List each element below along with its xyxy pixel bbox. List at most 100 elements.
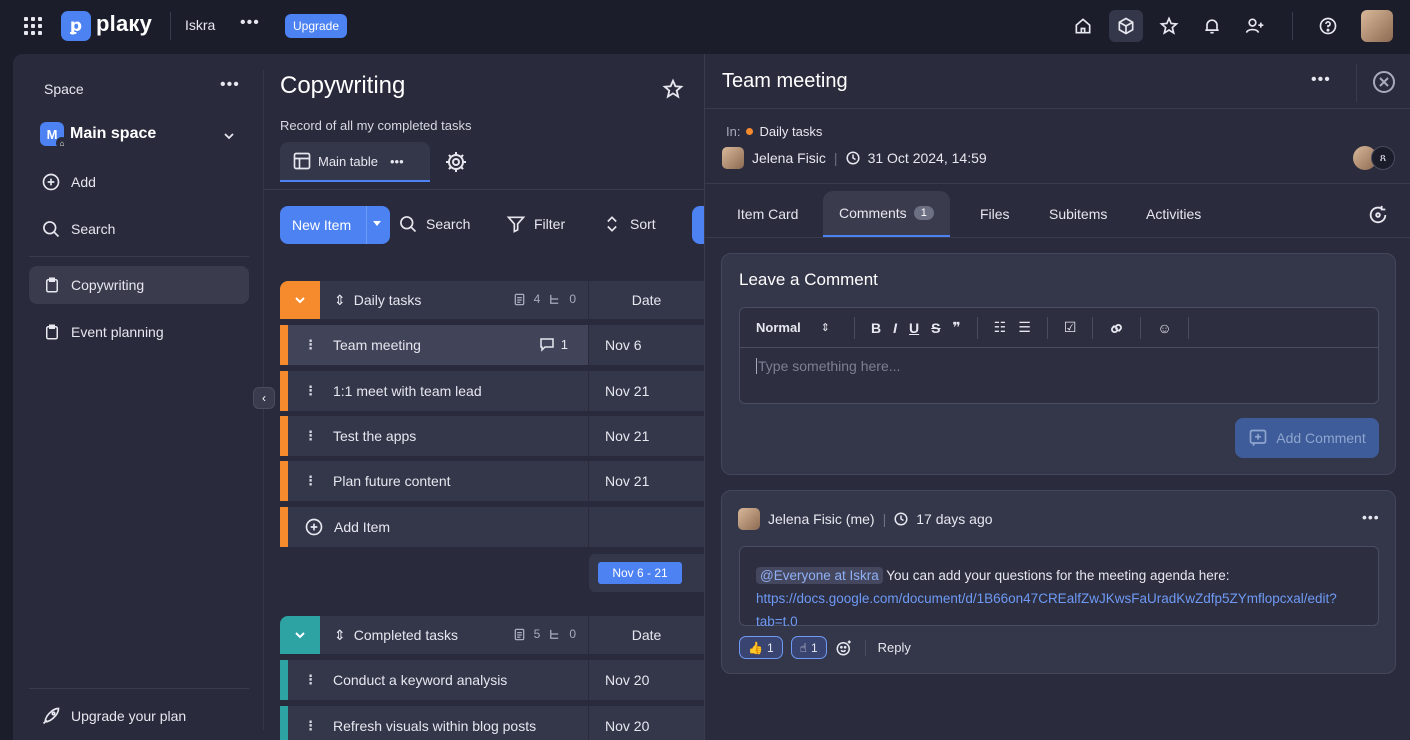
filter-button[interactable]: Filter: [506, 214, 565, 234]
link-icon[interactable]: [1109, 319, 1124, 336]
add-item-row[interactable]: Add Item: [280, 507, 704, 547]
table-row[interactable]: ⋮ Team meeting 1 Nov 6: [280, 325, 704, 365]
space-selector[interactable]: M ⌂ Main space: [40, 122, 156, 149]
close-icon[interactable]: [1372, 70, 1396, 94]
add-label: Add: [71, 174, 96, 190]
home-icon[interactable]: [1066, 10, 1100, 42]
drag-handle-icon[interactable]: ⇕: [334, 292, 346, 309]
help-icon[interactable]: [1311, 10, 1345, 42]
row-menu-icon[interactable]: ⋮: [304, 718, 317, 734]
comment-input[interactable]: Type something here...: [756, 358, 900, 374]
tab-comments[interactable]: Comments 1: [823, 191, 950, 237]
row-date-cell[interactable]: Nov 21: [588, 416, 704, 456]
format-select[interactable]: Normal: [756, 320, 801, 335]
space-more-icon[interactable]: •••: [220, 76, 240, 94]
row-date-cell[interactable]: Nov 21: [588, 371, 704, 411]
tab-subitems[interactable]: Subitems: [1049, 191, 1107, 237]
quote-icon[interactable]: ❞: [953, 319, 961, 336]
search-label: Search: [71, 221, 116, 237]
group-toggle[interactable]: [280, 616, 320, 654]
row-date-cell[interactable]: Nov 21: [588, 461, 704, 501]
drag-handle-icon[interactable]: ⇕: [334, 627, 346, 644]
sidebar-item-copywriting[interactable]: Copywriting: [29, 266, 249, 304]
table-row[interactable]: ⋮ Plan future content Nov 21: [280, 461, 704, 501]
chevron-down-icon[interactable]: [223, 130, 235, 142]
star-icon[interactable]: [1152, 10, 1186, 42]
tab-files[interactable]: Files: [980, 191, 1010, 237]
new-item-button[interactable]: New Item: [280, 206, 390, 244]
row-date-cell[interactable]: Nov 20: [588, 660, 704, 700]
table-row[interactable]: ⋮ 1:1 meet with team lead Nov 21: [280, 371, 704, 411]
row-name-cell[interactable]: ⋮ Plan future content: [288, 461, 588, 501]
comment-count[interactable]: 1: [539, 336, 568, 352]
add-assignee-icon[interactable]: ጸ: [1371, 146, 1395, 170]
add-item-button[interactable]: Add Item: [288, 507, 588, 547]
add-button[interactable]: Add: [41, 172, 96, 192]
row-date-cell[interactable]: Nov 6: [588, 325, 704, 365]
reply-button[interactable]: Reply: [878, 640, 911, 655]
row-date-cell[interactable]: Nov 20: [588, 706, 704, 740]
cube-icon[interactable]: [1109, 10, 1143, 42]
table-row[interactable]: ⋮ Refresh visuals within blog posts Nov …: [280, 706, 704, 740]
workspace-name[interactable]: Iskra: [185, 17, 215, 33]
refresh-icon[interactable]: [1367, 204, 1389, 226]
bold-icon[interactable]: B: [871, 320, 881, 336]
tab-main-table[interactable]: Main table •••: [280, 142, 430, 182]
reaction-point-up[interactable]: ☝ 1: [790, 636, 827, 659]
group-name[interactable]: ⇕ Completed tasks 5 0: [320, 616, 588, 654]
search-button[interactable]: Search: [398, 214, 470, 234]
group-name[interactable]: ⇕ Daily tasks 4 0: [320, 281, 588, 319]
workspace-more-icon[interactable]: •••: [240, 14, 260, 32]
group-toggle[interactable]: [280, 281, 320, 319]
subitem-icon: [550, 294, 559, 304]
group-link[interactable]: Daily tasks: [759, 124, 822, 139]
table-row[interactable]: ⋮ Conduct a keyword analysis Nov 20: [280, 660, 704, 700]
date-column-header[interactable]: Date: [588, 616, 704, 654]
sidebar-item-event-planning[interactable]: Event planning: [29, 313, 249, 351]
tab-item-card[interactable]: Item Card: [737, 191, 798, 237]
user-avatar[interactable]: [1361, 10, 1393, 42]
upgrade-plan-button[interactable]: Upgrade your plan: [41, 706, 186, 726]
checklist-icon[interactable]: ☑: [1064, 319, 1077, 336]
item-more-icon[interactable]: •••: [1311, 71, 1331, 89]
add-comment-button[interactable]: Add Comment: [1235, 418, 1379, 458]
new-item-label: New Item: [292, 217, 352, 233]
sort-button[interactable]: Sort: [602, 214, 656, 234]
row-menu-icon[interactable]: ⋮: [304, 428, 317, 444]
format-select-arrows-icon[interactable]: ⇕: [821, 321, 830, 334]
ordered-list-icon[interactable]: ☷: [994, 319, 1007, 336]
row-menu-icon[interactable]: ⋮: [304, 473, 317, 489]
caret-down-icon[interactable]: [373, 221, 381, 226]
row-name-cell[interactable]: ⋮ Test the apps: [288, 416, 588, 456]
tab-activities[interactable]: Activities: [1146, 191, 1201, 237]
row-name-cell[interactable]: ⋮ Refresh visuals within blog posts: [288, 706, 588, 740]
comment-more-icon[interactable]: •••: [1362, 509, 1380, 525]
assignees[interactable]: ጸ: [1353, 146, 1395, 170]
mention-tag[interactable]: @Everyone at Iskra: [756, 567, 883, 584]
add-reaction-icon[interactable]: [835, 639, 853, 657]
comment-link[interactable]: https://docs.google.com/document/d/1B66o…: [756, 591, 1337, 629]
emoji-icon[interactable]: ☺: [1157, 320, 1171, 336]
upgrade-button[interactable]: Upgrade: [285, 14, 348, 38]
strikethrough-icon[interactable]: S: [931, 320, 940, 336]
date-column-header[interactable]: Date: [588, 281, 704, 319]
search-button[interactable]: Search: [41, 219, 115, 239]
row-menu-icon[interactable]: ⋮: [304, 337, 317, 353]
italic-icon[interactable]: I: [893, 320, 897, 336]
row-menu-icon[interactable]: ⋮: [304, 383, 317, 399]
table-row[interactable]: ⋮ Test the apps Nov 21: [280, 416, 704, 456]
add-user-icon[interactable]: [1238, 10, 1272, 42]
row-name-cell[interactable]: ⋮ Team meeting 1: [288, 325, 588, 365]
apps-grid-icon[interactable]: [24, 17, 42, 35]
gear-icon[interactable]: [444, 150, 468, 174]
reaction-thumbs-up[interactable]: 👍 1: [739, 636, 783, 659]
bullet-list-icon[interactable]: ☰: [1018, 319, 1031, 336]
row-name-cell[interactable]: ⋮ 1:1 meet with team lead: [288, 371, 588, 411]
row-name-cell[interactable]: ⋮ Conduct a keyword analysis: [288, 660, 588, 700]
row-menu-icon[interactable]: ⋮: [304, 672, 317, 688]
view-more-icon[interactable]: •••: [390, 154, 404, 169]
bell-icon[interactable]: [1195, 10, 1229, 42]
favorite-star-icon[interactable]: [662, 78, 684, 100]
item-title[interactable]: Team meeting: [722, 70, 848, 93]
underline-icon[interactable]: U: [909, 320, 919, 336]
